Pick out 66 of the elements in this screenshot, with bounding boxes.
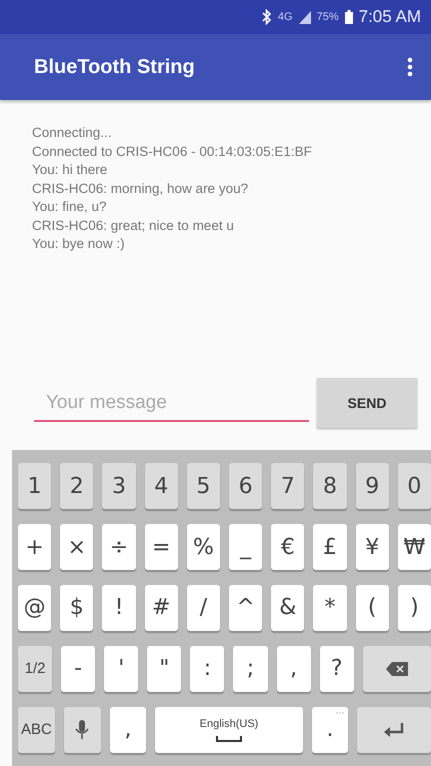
keyboard-key[interactable]: 3 xyxy=(102,463,136,510)
keyboard-key[interactable]: % xyxy=(186,524,220,570)
status-time: 7:05 AM xyxy=(358,7,421,27)
bluetooth-icon xyxy=(262,9,272,25)
keyboard-key[interactable]: ¥ xyxy=(356,524,389,570)
app-title: BlueTooth String xyxy=(34,56,195,78)
enter-icon xyxy=(383,722,406,738)
keyboard-key[interactable]: ! xyxy=(102,584,136,631)
keyboard-key[interactable]: & xyxy=(271,584,304,631)
keyboard-key[interactable]: " xyxy=(147,646,182,692)
send-button[interactable]: SEND xyxy=(317,378,417,428)
keyboard-key[interactable]: × xyxy=(60,524,94,570)
message-line: You: fine, u? xyxy=(32,198,108,216)
keyboard-key[interactable]: : xyxy=(190,646,224,692)
microphone-key[interactable] xyxy=(64,706,101,753)
backspace-icon xyxy=(386,662,408,676)
enter-key[interactable] xyxy=(357,706,431,753)
keyboard-key[interactable]: - xyxy=(61,646,96,692)
keyboard-key[interactable]: £ xyxy=(313,524,347,570)
keyboard-key[interactable]: ; xyxy=(233,646,268,692)
keyboard-key[interactable]: ABC xyxy=(18,706,55,753)
message-line: CRIS-HC06: great; nice to meet u xyxy=(32,216,235,235)
keyboard-key[interactable]: ^ xyxy=(229,584,262,631)
microphone-icon xyxy=(75,718,90,741)
keyboard-key[interactable]: ÷ xyxy=(102,524,136,570)
keyboard-key[interactable]: 0 xyxy=(398,463,431,510)
message-line: You: bye now :) xyxy=(32,235,126,253)
keyboard-key[interactable]: 2 xyxy=(60,463,94,510)
message-line: CRIS-HC06: morning, how are you? xyxy=(32,180,250,198)
keyboard-key[interactable]: , xyxy=(276,646,311,692)
keyboard-key[interactable]: 4 xyxy=(144,463,178,510)
keyboard-key[interactable]: = xyxy=(144,524,178,570)
message-field[interactable]: Your message xyxy=(34,384,309,422)
keyboard-key[interactable]: ( xyxy=(356,584,389,631)
space-key[interactable]: English(US) xyxy=(155,706,303,753)
keyboard-key[interactable]: 1 xyxy=(18,463,52,510)
keyboard-key[interactable]: + xyxy=(18,524,52,570)
keyboard-key[interactable]: 7 xyxy=(271,463,304,510)
message-line: Connecting... xyxy=(32,124,113,142)
keyboard-key[interactable]: * xyxy=(313,584,347,631)
keyboard-key[interactable]: 6 xyxy=(229,463,262,510)
keyboard-key[interactable]: # xyxy=(144,584,178,631)
keyboard-key[interactable]: 8 xyxy=(313,463,347,510)
battery-percent: 75% xyxy=(316,11,339,23)
keyboard-key[interactable]: , xyxy=(110,706,146,753)
keyboard-key[interactable]: 1/2 xyxy=(18,646,52,692)
message-line: You: hi there xyxy=(32,161,108,179)
battery-icon xyxy=(344,10,353,24)
keyboard-key[interactable]: 5 xyxy=(186,463,220,510)
keyboard-key[interactable]: ' xyxy=(104,646,138,692)
keyboard-key[interactable]: ··· . xyxy=(312,706,348,753)
keyboard-key[interactable]: _ xyxy=(229,524,262,570)
overflow-menu-icon[interactable] xyxy=(407,57,413,77)
keyboard-key[interactable]: ) xyxy=(398,584,431,631)
network-type: 4G xyxy=(278,11,293,23)
backspace-key[interactable] xyxy=(362,646,431,692)
keyboard-key[interactable]: @ xyxy=(18,584,52,631)
keyboard-key[interactable]: € xyxy=(271,524,304,570)
keyboard-key[interactable]: $ xyxy=(60,584,94,631)
keyboard-key[interactable]: ? xyxy=(320,646,354,692)
spacebar-icon xyxy=(216,736,242,742)
keyboard-key[interactable]: / xyxy=(186,584,220,631)
keyboard-key[interactable]: ₩ xyxy=(398,524,431,570)
signal-icon xyxy=(298,10,311,24)
message-line: Connected to CRIS-HC06 - 00:14:03:05:E1:BF xyxy=(32,142,313,160)
keyboard-key[interactable]: 9 xyxy=(356,463,389,510)
